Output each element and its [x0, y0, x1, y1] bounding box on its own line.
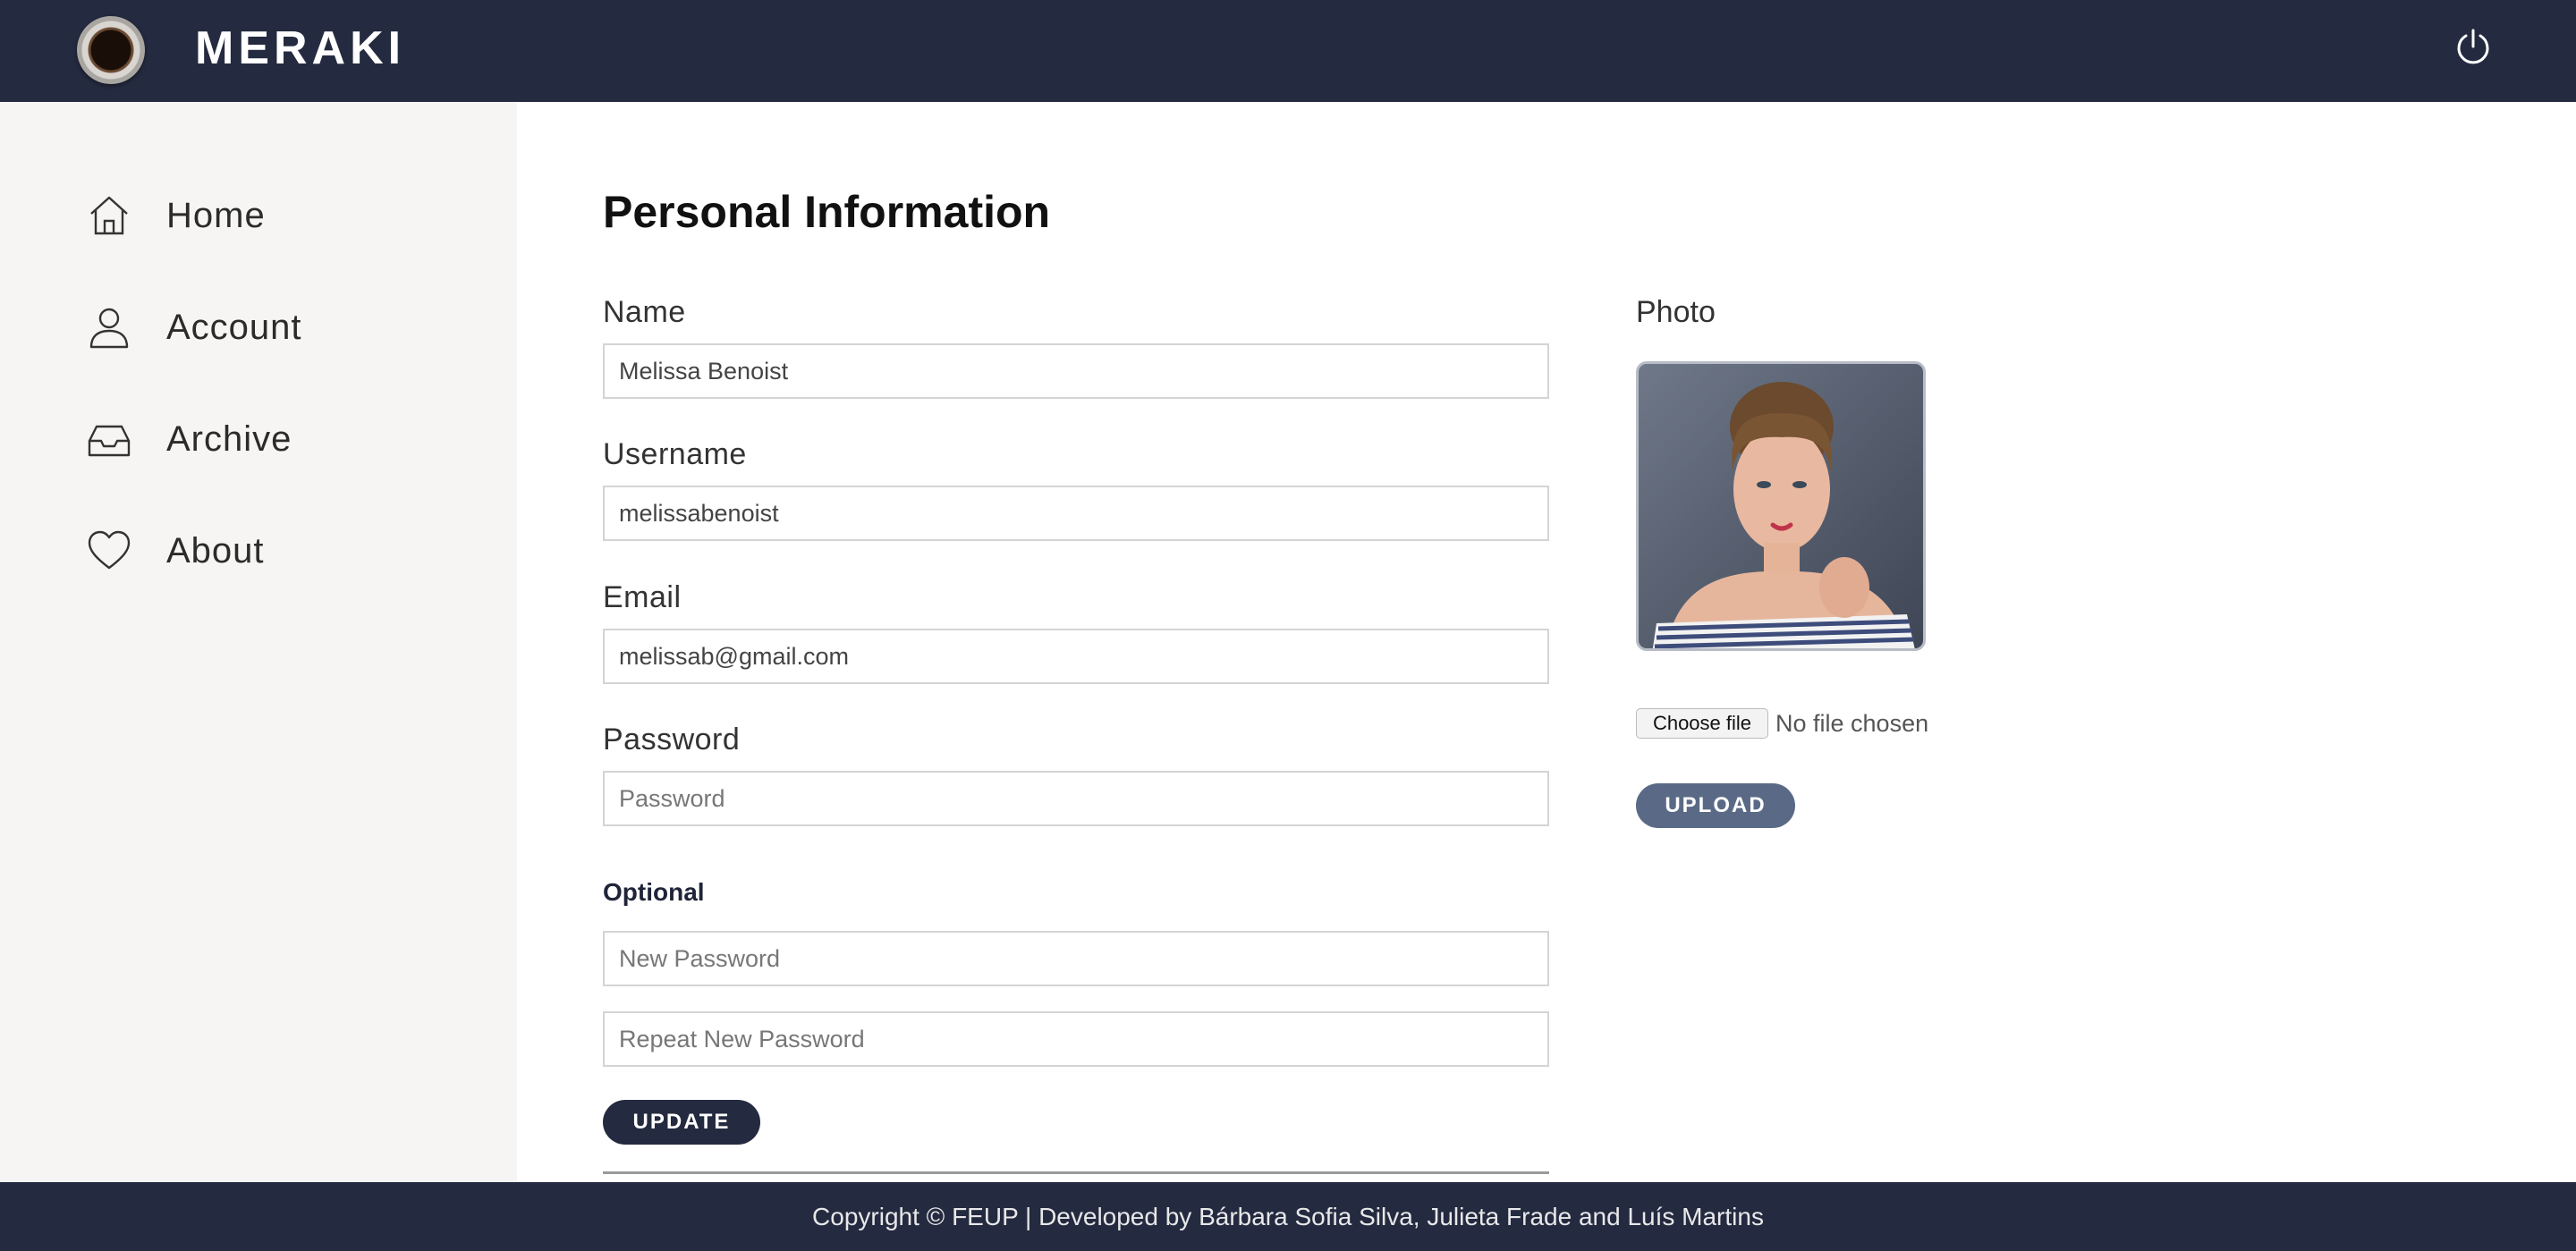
- sidebar-item-archive[interactable]: Archive: [86, 412, 292, 466]
- top-navbar: MERAKI: [0, 0, 2576, 102]
- password-label: Password: [603, 723, 741, 757]
- sidebar-item-label: About: [166, 530, 265, 571]
- username-field[interactable]: [603, 486, 1549, 541]
- profile-photo: [1636, 361, 1926, 651]
- divider: [603, 1171, 1549, 1174]
- sidebar-item-account[interactable]: Account: [86, 300, 302, 354]
- upload-button[interactable]: UPLOAD: [1636, 783, 1795, 828]
- coffee-cup-icon[interactable]: [77, 16, 145, 84]
- email-label: Email: [603, 580, 682, 614]
- name-label: Name: [603, 295, 686, 329]
- page-title: Personal Information: [603, 187, 1051, 237]
- photo-label: Photo: [1636, 295, 1716, 329]
- main-content: Personal Information Name Username Email…: [517, 102, 2576, 1182]
- name-field[interactable]: [603, 343, 1549, 399]
- footer: Copyright © FEUP | Developed by Bárbara …: [0, 1182, 2576, 1251]
- username-label: Username: [603, 437, 747, 471]
- sidebar-item-label: Account: [166, 307, 302, 347]
- heart-icon: [88, 530, 131, 570]
- sidebar-item-about[interactable]: About: [86, 524, 265, 578]
- repeat-password-field[interactable]: [603, 1011, 1549, 1067]
- update-button[interactable]: UPDATE: [603, 1100, 760, 1145]
- sidebar: Home Account Archive About: [0, 102, 517, 1182]
- email-field[interactable]: [603, 629, 1549, 684]
- footer-text: Copyright © FEUP | Developed by Bárbara …: [812, 1202, 1764, 1230]
- portrait-image: [1652, 382, 1915, 648]
- sidebar-item-label: Archive: [166, 418, 292, 459]
- choose-file-button[interactable]: Choose file: [1636, 708, 1768, 739]
- password-field[interactable]: [603, 771, 1549, 826]
- sidebar-item-home[interactable]: Home: [86, 189, 266, 242]
- brand-name[interactable]: MERAKI: [195, 21, 405, 75]
- optional-label: Optional: [603, 878, 705, 906]
- user-icon: [89, 308, 129, 349]
- new-password-field[interactable]: [603, 931, 1549, 986]
- file-status: No file chosen: [1775, 710, 1929, 737]
- home-icon: [90, 196, 128, 235]
- power-icon[interactable]: [2454, 27, 2492, 68]
- sidebar-item-label: Home: [166, 195, 266, 235]
- inbox-icon: [88, 425, 131, 457]
